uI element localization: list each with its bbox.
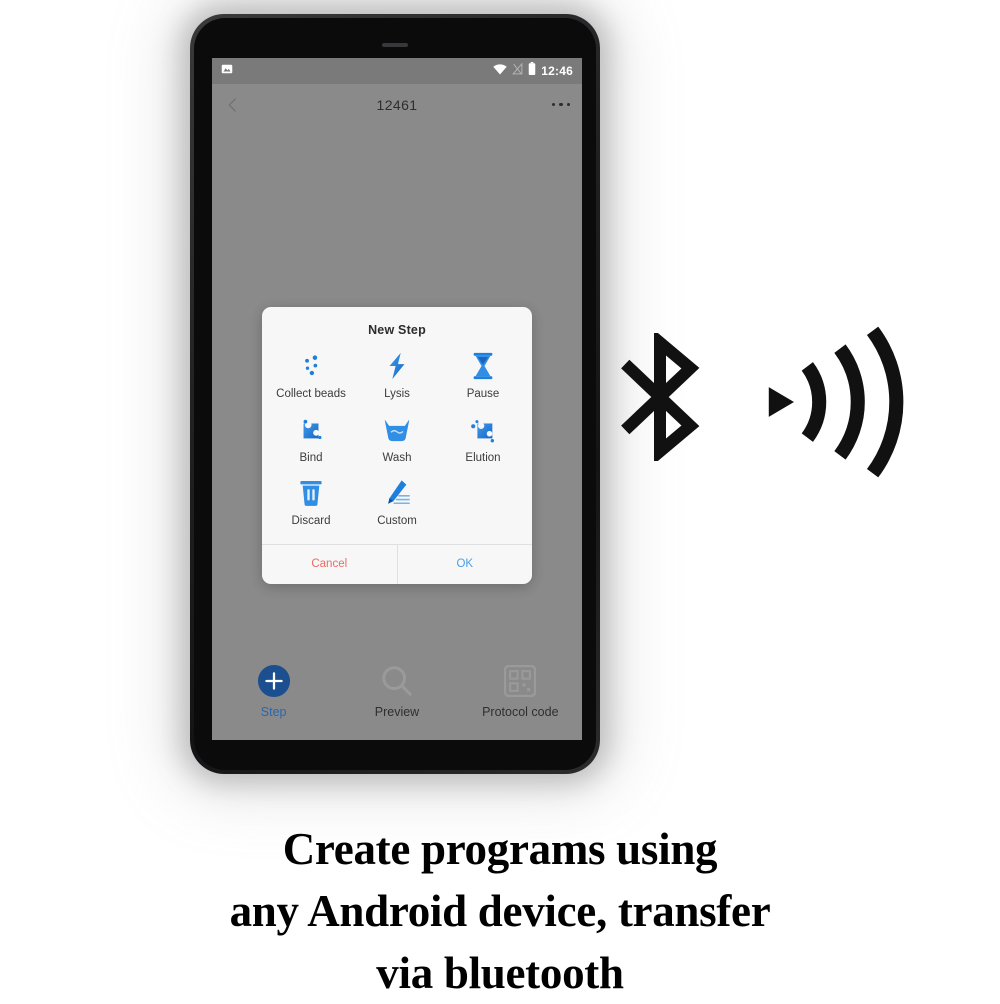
status-clock: 12:46: [541, 64, 573, 78]
battery-icon: [528, 62, 536, 80]
step-option-label: Collect beads: [276, 388, 346, 400]
pencil-edit-icon: [380, 478, 414, 508]
hourglass-icon: [466, 351, 500, 381]
phone-body: 12:46 12461 New Step Collect beads Lysis…: [194, 18, 596, 770]
step-option-pause[interactable]: Pause: [440, 345, 526, 409]
bottom-navigation: Step Preview Protocol code: [212, 648, 582, 740]
step-option-label: Wash: [382, 451, 412, 464]
back-chevron-icon[interactable]: [224, 96, 242, 114]
signal-off-icon: [512, 62, 523, 80]
page-title: 12461: [376, 96, 418, 113]
nav-label-protocol-code: Protocol code: [482, 704, 559, 719]
ok-button[interactable]: OK: [398, 545, 533, 584]
elution-beads-icon: [466, 415, 500, 445]
dialog-title: New Step: [368, 323, 426, 337]
image-notification-icon: [221, 62, 233, 80]
caption: Create programs using any Android device…: [0, 818, 1000, 1004]
caption-line-2: any Android device, transfer: [229, 886, 771, 936]
step-option-lysis[interactable]: Lysis: [354, 345, 440, 409]
bind-beads-icon: [294, 415, 328, 445]
step-option-label: Lysis: [384, 388, 410, 400]
phone-frame: 12:46 12461 New Step Collect beads Lysis…: [190, 14, 600, 774]
caption-line-1: Create programs using: [282, 824, 718, 874]
cancel-button[interactable]: Cancel: [262, 544, 398, 584]
trash-can-icon: [294, 478, 328, 508]
step-option-label: Elution: [465, 451, 501, 464]
wash-basin-icon: [380, 415, 414, 445]
step-option-label: Bind: [299, 451, 323, 464]
magnifier-icon: [380, 662, 414, 700]
beads-cluster-icon: [294, 351, 328, 381]
content-area: New Step Collect beads Lysis Pause Bind …: [212, 125, 582, 740]
step-option-custom[interactable]: Custom: [354, 472, 440, 536]
overflow-menu-icon[interactable]: [551, 102, 570, 107]
step-option-elution[interactable]: Elution: [440, 409, 526, 473]
step-option-bind[interactable]: Bind: [268, 409, 354, 473]
step-option-wash[interactable]: Wash: [354, 409, 440, 473]
step-option-discard[interactable]: Discard: [268, 472, 354, 536]
new-step-dialog: New Step Collect beads Lysis Pause Bind …: [262, 307, 532, 584]
earpiece-speaker: [382, 43, 408, 47]
app-bar: 12461: [212, 84, 582, 125]
step-option-label: Pause: [466, 388, 500, 400]
lightning-bolt-icon: [380, 351, 414, 381]
nav-label-preview: Preview: [374, 704, 420, 719]
qr-code-icon: [504, 662, 537, 700]
step-type-grid: Collect beads Lysis Pause Bind Wash Elut…: [262, 339, 532, 544]
caption-line-3: via bluetooth: [376, 948, 624, 998]
nav-item-step[interactable]: Step: [219, 662, 329, 719]
dialog-action-bar: Cancel OK: [262, 543, 533, 584]
phone-screen: 12:46 12461 New Step Collect beads Lysis…: [212, 58, 582, 740]
bluetooth-icon: [620, 329, 700, 465]
signal-waves-icon: [748, 312, 926, 492]
nav-item-protocol-code[interactable]: Protocol code: [465, 662, 575, 719]
nav-label-step: Step: [260, 704, 287, 719]
nav-item-preview[interactable]: Preview: [342, 662, 452, 719]
step-option-label: Discard: [291, 515, 331, 528]
plus-circle-icon: [257, 662, 291, 700]
wifi-icon: [493, 62, 508, 80]
status-bar: 12:46: [212, 58, 582, 84]
step-option-label: Custom: [377, 515, 417, 528]
step-option-collect-beads[interactable]: Collect beads: [268, 345, 354, 409]
